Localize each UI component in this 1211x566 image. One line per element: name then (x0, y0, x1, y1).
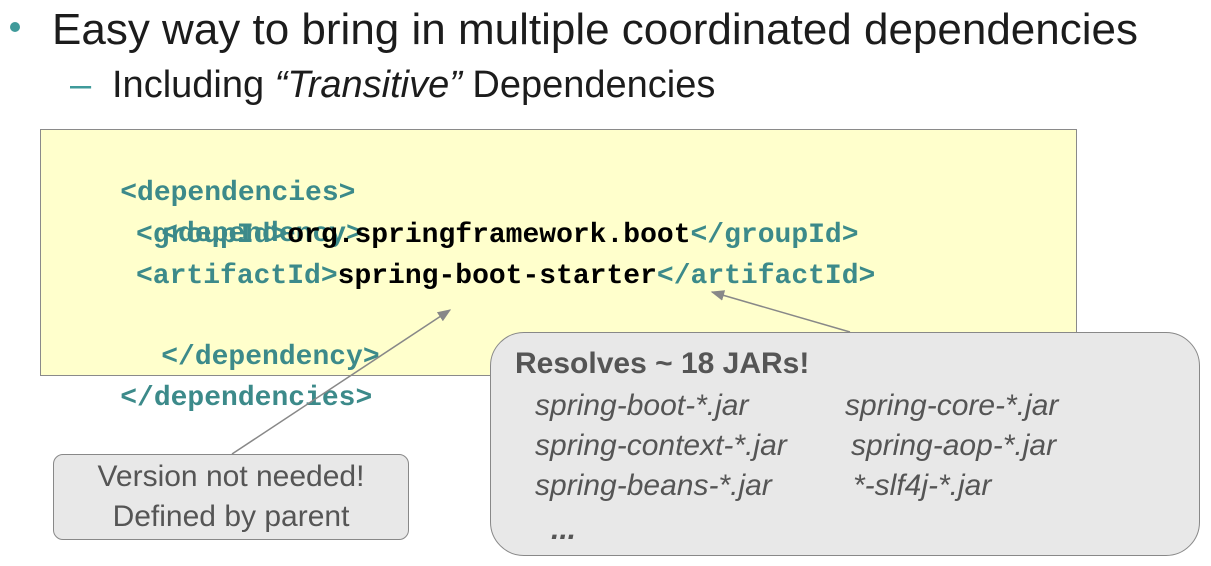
jar-ellipsis: ... (551, 513, 577, 546)
code-tag: </dependencies> (120, 383, 373, 414)
resolves-jars-callout: Resolves ~ 18 JARs! spring-boot-*.jar sp… (490, 332, 1200, 556)
version-callout-line-1: Version not needed! (97, 460, 365, 493)
jar-item: spring-context-*.jar (535, 429, 787, 462)
code-tag: </artifactId> (656, 261, 876, 292)
code-tag: <artifactId> (136, 261, 338, 292)
code-line-4: <artifactId>spring-boot-starter</artifac… (136, 257, 875, 297)
code-value: org.springframework.boot (287, 220, 691, 251)
code-tag: </groupId> (690, 220, 859, 251)
sub-bullet-dash-icon: – (70, 64, 92, 106)
code-tag: <groupId> (136, 220, 288, 251)
bullet-dot-icon (10, 22, 20, 32)
code-line-6: </dependencies> (53, 339, 372, 459)
jar-item: spring-aop-*.jar (851, 429, 1057, 462)
jar-item: *-slf4j-*.jar (853, 469, 992, 502)
sub-bullet-text: Including “Transitive” Dependencies (112, 62, 715, 108)
code-line-3: <groupId>org.springframework.boot</group… (136, 216, 859, 256)
jar-item: spring-beans-*.jar (535, 469, 772, 502)
sub-bullet-suffix: Dependencies (461, 64, 716, 106)
version-callout-line-2: Defined by parent (112, 500, 350, 533)
code-value: spring-boot-starter (337, 261, 657, 292)
callout-title: Resolves ~ 18 JARs! (515, 347, 810, 380)
sub-bullet-prefix: Including (112, 64, 275, 106)
jar-item: spring-boot-*.jar (535, 389, 749, 422)
jar-item: spring-core-*.jar (845, 389, 1059, 422)
version-callout: Version not needed! Defined by parent (53, 454, 409, 540)
sub-bullet-italic: “Transitive” (274, 64, 462, 106)
bullet-text: Easy way to bring in multiple coordinate… (52, 5, 1138, 54)
